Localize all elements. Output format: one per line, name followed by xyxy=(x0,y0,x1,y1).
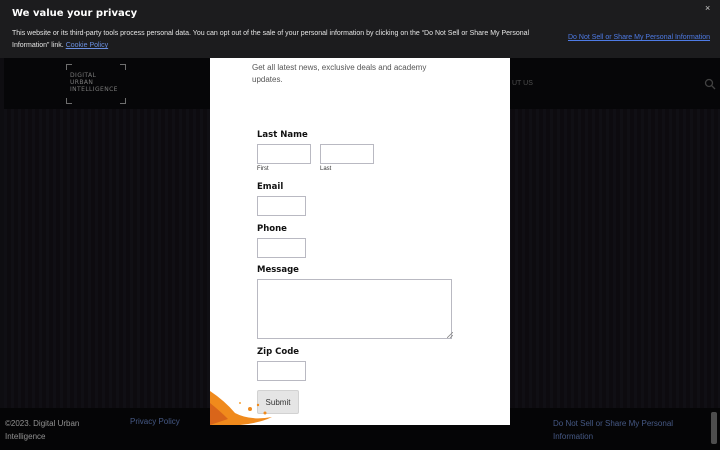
phone-label: Phone xyxy=(257,224,287,234)
cookie-policy-link[interactable]: Cookie Policy xyxy=(66,42,108,49)
email-input[interactable] xyxy=(257,196,306,216)
do-not-sell-link[interactable]: Do Not Sell or Share My Personal Informa… xyxy=(568,34,710,41)
first-name-input[interactable] xyxy=(257,144,311,164)
close-icon[interactable]: × xyxy=(705,3,710,13)
zip-code-input[interactable] xyxy=(257,361,306,381)
paint-splash-decoration xyxy=(210,391,272,425)
resize-handle-icon[interactable] xyxy=(447,332,453,338)
modal-intro-text: Get all latest news, exclusive deals and… xyxy=(252,63,427,84)
zip-code-label: Zip Code xyxy=(257,347,300,357)
email-label: Email xyxy=(257,182,284,192)
last-sublabel: Last xyxy=(320,166,332,172)
last-name-input[interactable] xyxy=(320,144,374,164)
cookie-banner: We value your privacy This website or it… xyxy=(0,0,720,58)
message-textarea[interactable] xyxy=(257,279,452,339)
message-label: Message xyxy=(257,265,299,275)
last-name-label: Last Name xyxy=(257,130,308,140)
cookie-banner-text: This website or its third-party tools pr… xyxy=(12,28,542,52)
first-sublabel: First xyxy=(257,166,269,172)
newsletter-modal: Get all latest news, exclusive deals and… xyxy=(210,58,510,425)
cookie-banner-title: We value your privacy xyxy=(12,8,138,19)
phone-input[interactable] xyxy=(257,238,306,258)
